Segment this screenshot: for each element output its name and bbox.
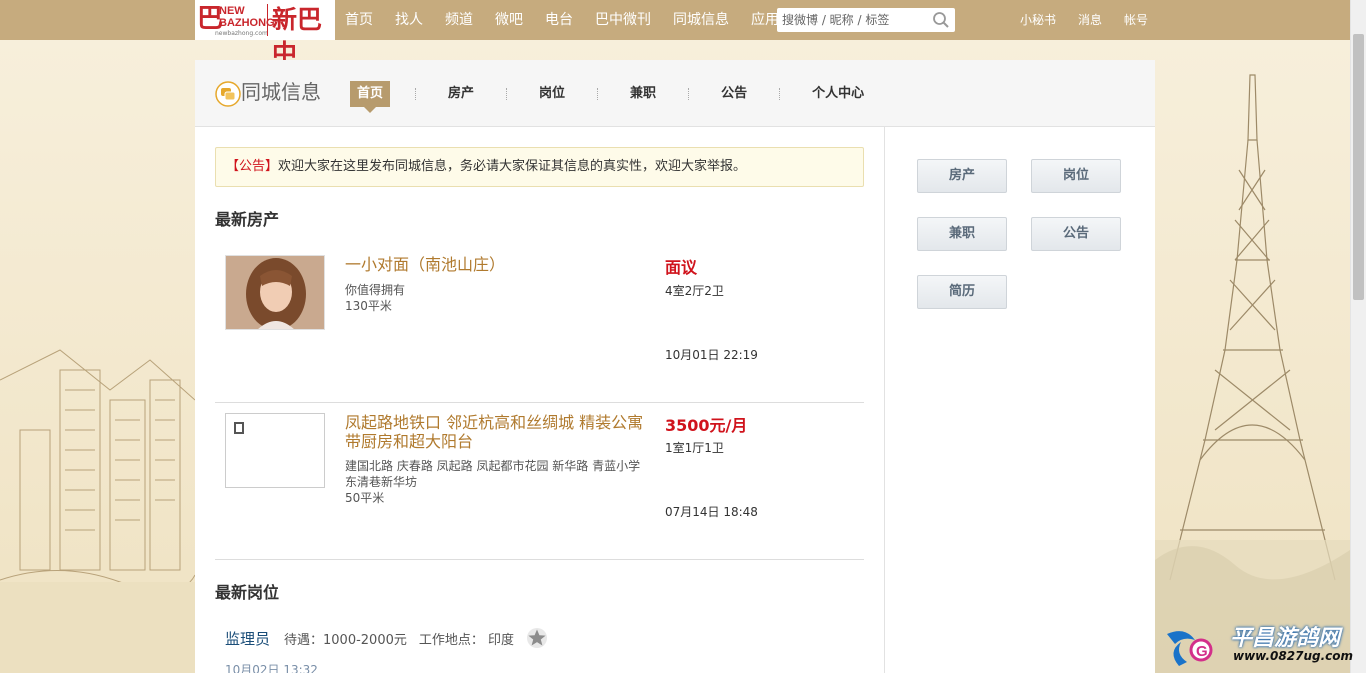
logo-url: newbazhong.com [215,30,268,37]
job-title-link[interactable]: 监理员 [225,628,270,649]
logo-en-line1: NEW [219,5,245,17]
tab-personal-center[interactable]: 个人中心 [805,81,871,107]
house-thumbnail[interactable] [225,413,325,488]
tab-jobs[interactable]: 岗位 [532,81,572,107]
house-layout: 4室2厅2卫 [665,284,724,298]
nav-item-home[interactable]: 首页 [345,0,373,40]
module-tabs: 首页 房产 岗位 兼职 公告 个人中心 [350,81,871,113]
tab-divider [688,88,690,100]
house-post-time: 10月01日 22:19 [665,348,758,362]
listing-divider [215,559,864,560]
house-price: 3500元/月 [665,416,748,435]
job-location: 工作地点： 印度 [418,632,515,648]
side-button-part-time[interactable]: 兼职 [917,217,1007,251]
job-salary: 待遇：1000-2000元 [284,632,407,648]
site-logo[interactable]: 巴 NEW BAZHONG newbazhong.com 新巴中 [195,0,335,68]
city-illustration [0,349,195,673]
watermark-title: 平昌游鸽网 [1230,626,1341,651]
house-description: 建国北路 庆春路 凤起路 凤起都市花园 新华路 青蓝小学 东清巷新华坊 [345,459,641,489]
tab-part-time[interactable]: 兼职 [623,81,663,107]
announcement-banner: 【公告】欢迎大家在这里发布同城信息，务必请大家保证其信息的真实性，欢迎大家举报。 [215,147,864,187]
latest-housing-title: 最新房产 [215,210,280,229]
job-post-time: 10月02日 13:32 [225,663,318,673]
logo-separator [267,4,268,36]
house-area: 130平米 [345,299,392,313]
top-navigation-bar: 巴 NEW BAZHONG newbazhong.com 新巴中 首页 找人 频… [0,0,1350,68]
tab-divider [597,88,599,100]
search-icon[interactable] [932,11,950,29]
nav-item-magazine[interactable]: 巴中微刊 [595,0,651,40]
secretary-link[interactable]: 小秘书 [1020,0,1056,40]
house-listing: 凤起路地铁口 邻近杭高和丝绸城 精装公寓带厨房和超大阳台 建国北路 庆春路 凤起… [215,403,864,560]
house-layout: 1室1厅1卫 [665,441,724,455]
scrollbar-thumb[interactable] [1353,34,1364,300]
eiffel-tower-illustration [1155,74,1350,673]
chat-bubble-icon [215,81,241,107]
module-header: 同城信息 首页 房产 岗位 兼职 公告 个人中心 [195,60,1155,127]
tab-divider [415,88,417,100]
nav-item-find-people[interactable]: 找人 [395,0,423,40]
house-description: 你值得拥有 [345,283,406,297]
side-button-jobs[interactable]: 岗位 [1031,159,1121,193]
nav-item-radio[interactable]: 电台 [545,0,573,40]
announcement-text: 欢迎大家在这里发布同城信息，务必请大家保证其信息的真实性，欢迎大家举报。 [278,159,747,174]
main-nav: 首页 找人 频道 微吧 电台 巴中微刊 同城信息 应用 [345,0,801,40]
tab-divider [506,88,508,100]
account-link[interactable]: 帐号 [1124,0,1148,40]
listing-photo [226,256,324,329]
watermark-url: www.0827ug.com [1233,649,1353,663]
user-links: 小秘书 消息 帐号 [1020,0,1170,40]
search-box [777,8,955,32]
local-info-panel: 同城信息 首页 房产 岗位 兼职 公告 个人中心 【公告】欢迎大家在这里发布同城… [195,60,1155,673]
house-thumbnail[interactable] [225,255,325,330]
nav-item-channels[interactable]: 频道 [445,0,473,40]
house-area: 50平米 [345,491,385,505]
site-watermark: G 平昌游鸽网 www.0827ug.com [1165,618,1353,673]
house-listing: 一小对面（南池山庄） 你值得拥有 130平米 面议 4室2厅2卫 10月01日 … [215,250,864,403]
nav-item-local-info[interactable]: 同城信息 [673,0,729,40]
watermark-logo: G [1167,631,1213,666]
tab-announcements[interactable]: 公告 [714,81,754,107]
messages-link[interactable]: 消息 [1078,0,1102,40]
house-title-link[interactable]: 凤起路地铁口 邻近杭高和丝绸城 精装公寓带厨房和超大阳台 [345,413,645,451]
search-input[interactable] [777,8,927,32]
tab-home[interactable]: 首页 [350,81,391,113]
svg-text:G: G [1196,643,1208,660]
house-post-time: 07月14日 18:48 [665,505,758,519]
page-scrollbar[interactable] [1350,0,1366,673]
nav-item-apps[interactable]: 应用 [751,0,779,40]
star-icon[interactable] [526,627,548,649]
house-price: 面议 [665,258,698,277]
house-title-link[interactable]: 一小对面（南池山庄） [345,255,645,274]
side-button-housing[interactable]: 房产 [917,159,1007,193]
broken-image-icon [234,422,244,434]
sidebar-divider [884,127,885,673]
latest-jobs-title: 最新岗位 [215,583,280,602]
side-button-resume[interactable]: 简历 [917,275,1007,309]
nav-item-weiba[interactable]: 微吧 [495,0,523,40]
side-button-announcements[interactable]: 公告 [1031,217,1121,251]
tab-housing[interactable]: 房产 [441,81,481,107]
module-title: 同城信息 [241,80,321,104]
tab-divider [779,88,781,100]
job-listing: 监理员 待遇：1000-2000元 工作地点： 印度 [225,627,548,649]
announcement-tag: 【公告】 [226,159,279,174]
